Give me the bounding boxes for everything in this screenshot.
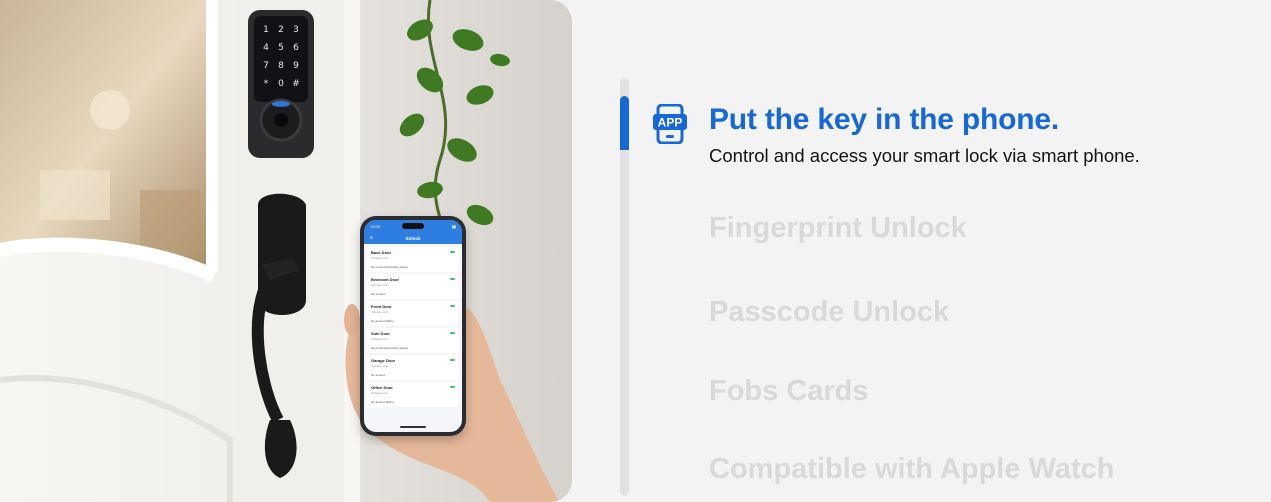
- phone-app-header: ≡ SSlock: [364, 232, 462, 244]
- keypad-key: 4: [263, 43, 269, 53]
- keypad-key: 0: [278, 79, 284, 89]
- phone-time: 12:03: [370, 223, 381, 229]
- battery-icon: [450, 305, 455, 307]
- lock-status: No access: [371, 292, 386, 296]
- lock-status: No connection/online status: [371, 265, 408, 269]
- lock-list-item[interactable]: Back Door Schlage lock No connection/onl…: [367, 247, 459, 272]
- home-indicator: [400, 426, 426, 428]
- keypad-key: 7: [263, 61, 269, 71]
- lock-list-item[interactable]: Bedroom Door Schlage lock No access: [367, 274, 459, 299]
- keypad-key: 2: [278, 25, 284, 35]
- keypad-key: *: [264, 79, 269, 89]
- keypad: 1 2 3 4 5 6 7 8 9 * 0 #: [263, 25, 300, 89]
- lock-list-item[interactable]: Side Door Schlage lock No connection/onl…: [367, 328, 459, 353]
- keypad-key: 1: [263, 25, 269, 35]
- lock-list: Back Door Schlage lock No connection/onl…: [364, 244, 462, 412]
- feature-showcase: 12:03 ▮▮ ≡ SSlock Back Door Schlage lock…: [0, 0, 1271, 502]
- lock-model: Schlage lock: [371, 310, 389, 314]
- keypad-key: 8: [278, 61, 284, 71]
- lock-name: Side Door: [371, 331, 390, 336]
- app-phone-icon: APP: [653, 104, 687, 144]
- lock-name: Office Door: [371, 385, 393, 390]
- lock-status: No connection/online status: [371, 346, 408, 350]
- phone-app-title: SSlock: [405, 235, 421, 241]
- feature-passcode-unlock[interactable]: Passcode Unlock: [709, 296, 949, 329]
- dynamic-island: [402, 223, 424, 229]
- feature-progress-indicator: [620, 96, 629, 150]
- battery-icon: [450, 359, 455, 361]
- lock-model: Schlage lock: [371, 283, 389, 287]
- keypad-key: #: [292, 79, 300, 89]
- lock-status: No access: [371, 373, 386, 377]
- keypad-key: 5: [278, 43, 284, 53]
- battery-icon: [450, 251, 455, 253]
- active-feature-description: Control and access your smart lock via s…: [709, 145, 1140, 166]
- feature-apple-watch[interactable]: Compatible with Apple Watch: [709, 453, 1114, 486]
- lock-name: Front Door: [371, 304, 392, 309]
- battery-icon: [450, 332, 455, 334]
- signal-icon: ▮▮: [451, 223, 456, 229]
- feature-fingerprint-unlock[interactable]: Fingerprint Unlock: [709, 212, 967, 245]
- keypad-key: 9: [293, 61, 299, 71]
- phone-screen: 12:03 ▮▮ ≡ SSlock Back Door Schlage lock…: [364, 220, 462, 432]
- lock-name: Bedroom Door: [371, 277, 399, 282]
- lock-model: Schlage lock: [371, 256, 389, 260]
- menu-icon[interactable]: ≡: [370, 235, 373, 241]
- feature-fobs-cards[interactable]: Fobs Cards: [709, 375, 869, 408]
- lock-name: Garage Door: [371, 358, 396, 363]
- lock-list-item[interactable]: Office Door Schlage lock No access/offli…: [367, 382, 459, 407]
- app-icon-label: APP: [658, 116, 683, 130]
- keypad-key: 6: [293, 43, 299, 53]
- lock-model: Schlage lock: [371, 337, 389, 341]
- battery-icon: [450, 386, 455, 388]
- lock-list-item[interactable]: Front Door Schlage lock No access/offlin…: [367, 301, 459, 326]
- lock-model: Schlage lock: [371, 364, 389, 368]
- lock-list-item[interactable]: Garage Door Schlage lock No access: [367, 355, 459, 380]
- product-photo: 12:03 ▮▮ ≡ SSlock Back Door Schlage lock…: [0, 0, 572, 502]
- phone-mockup: 12:03 ▮▮ ≡ SSlock Back Door Schlage lock…: [360, 216, 466, 436]
- lock-status: No access/offline: [371, 400, 394, 404]
- active-feature-title[interactable]: Put the key in the phone.: [709, 103, 1059, 137]
- keypad-key: 3: [293, 25, 299, 35]
- lock-model: Schlage lock: [371, 391, 389, 395]
- battery-icon: [450, 278, 455, 280]
- lock-name: Back Door: [371, 250, 392, 255]
- lock-status: No access/offline: [371, 319, 394, 323]
